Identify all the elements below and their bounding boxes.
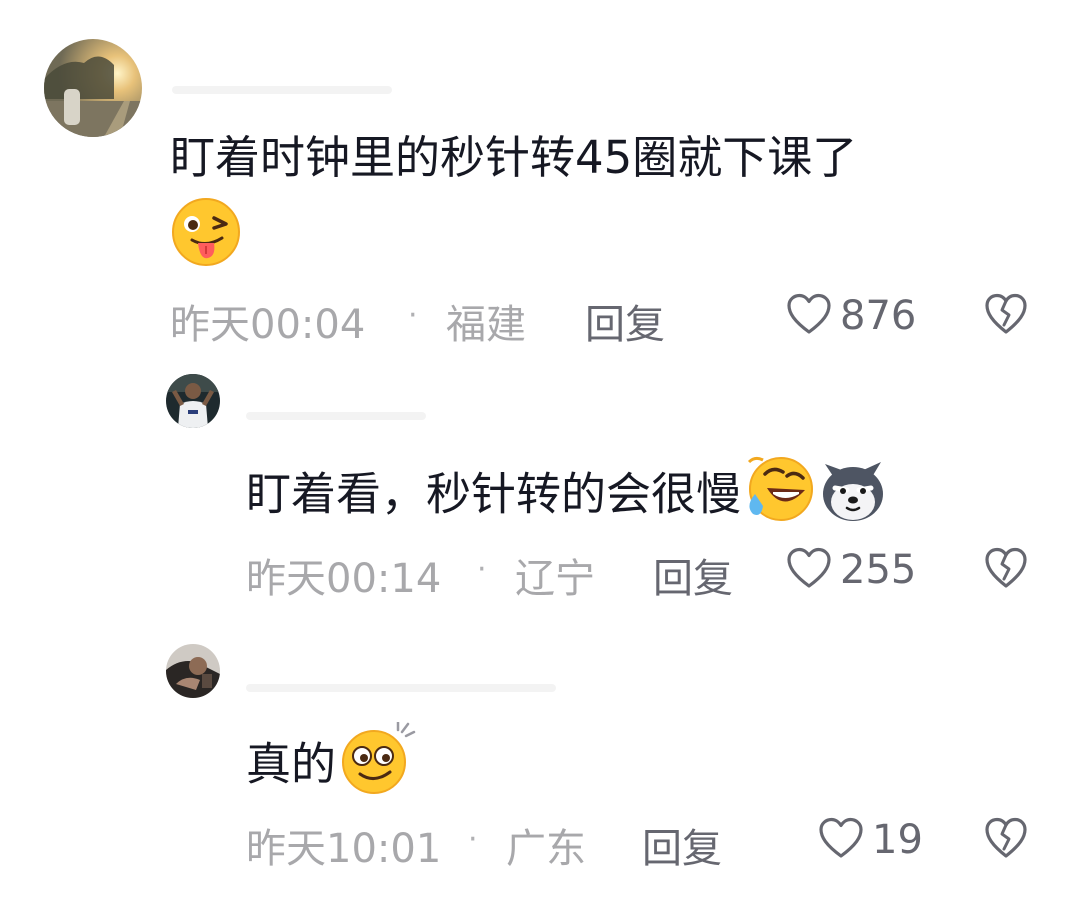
husky-dog-emoji-icon <box>817 454 889 541</box>
username[interactable] <box>246 412 426 420</box>
comment-text: 盯着时钟里的秒针转45圈就下课了 <box>170 126 857 190</box>
dislike-button[interactable] <box>984 547 1028 593</box>
comment-location: 辽宁 <box>515 556 595 602</box>
comment-location: 福建 <box>446 302 526 348</box>
broken-heart-icon <box>985 547 1027 588</box>
avatar-image <box>44 39 142 137</box>
like-button[interactable]: 255 <box>786 544 916 596</box>
avatar[interactable] <box>166 644 220 698</box>
username[interactable] <box>172 86 392 94</box>
comment-emoji-line <box>168 196 242 285</box>
comment-text-value: 真的 <box>246 737 337 791</box>
comment-time: 昨天00:14 <box>246 556 442 602</box>
reply-button[interactable]: 回复 <box>642 816 722 874</box>
meta-separator: · <box>477 552 487 587</box>
heart-icon <box>786 293 832 339</box>
username[interactable] <box>246 684 556 692</box>
dizzy-smile-emoji-icon <box>338 720 416 813</box>
heart-icon <box>786 547 832 593</box>
rolling-laughing-emoji-icon <box>743 454 815 541</box>
comment-text-value: 盯着看，秒针转的会很慢 <box>246 467 742 521</box>
dislike-button[interactable] <box>984 293 1028 339</box>
heart-icon <box>818 817 864 863</box>
reply-button[interactable]: 回复 <box>653 546 733 604</box>
like-count: 876 <box>840 293 917 339</box>
dislike-button[interactable] <box>984 817 1028 863</box>
comment-time: 昨天10:01 <box>246 826 442 872</box>
tongue-wink-emoji-icon <box>170 196 242 285</box>
comment-time: 昨天00:04 <box>170 302 366 348</box>
comment-text: 真的 <box>246 720 416 813</box>
broken-heart-icon <box>985 817 1027 858</box>
avatar-image <box>166 374 220 428</box>
avatar[interactable] <box>166 374 220 428</box>
avatar[interactable] <box>44 39 142 137</box>
avatar-image <box>166 644 220 698</box>
comment-location: 广东 <box>506 826 586 872</box>
like-button[interactable]: 876 <box>786 290 916 342</box>
like-count: 255 <box>840 547 917 593</box>
meta-separator: · <box>468 822 478 857</box>
broken-heart-icon <box>985 293 1027 334</box>
reply-button[interactable]: 回复 <box>585 292 665 350</box>
like-button[interactable]: 19 <box>818 814 923 866</box>
comment-text: 盯着看，秒针转的会很慢 <box>246 454 889 541</box>
like-count: 19 <box>872 817 923 863</box>
meta-separator: · <box>408 298 418 333</box>
comment-text-value: 盯着时钟里的秒针转45圈就下课了 <box>170 131 858 184</box>
